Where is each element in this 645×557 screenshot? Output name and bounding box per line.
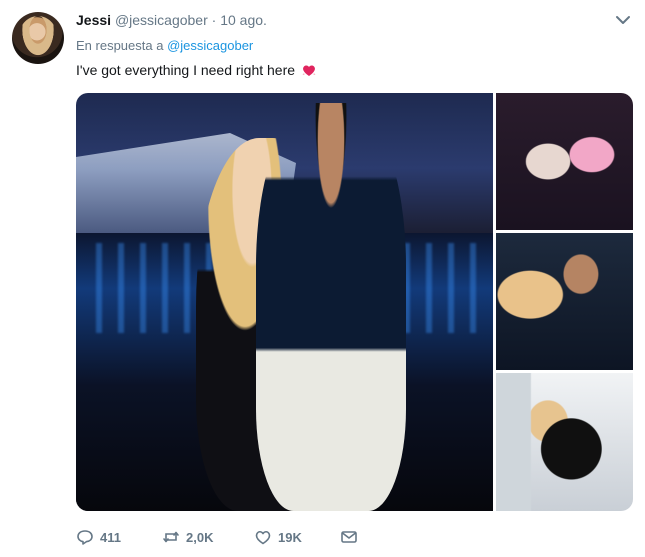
author-handle[interactable]: @jessicagober bbox=[115, 12, 208, 28]
reply-mention-link[interactable]: @jessicagober bbox=[167, 38, 253, 53]
reply-prefix: En respuesta a bbox=[76, 38, 164, 53]
retweet-count: 2,0K bbox=[186, 529, 214, 545]
photo-2[interactable] bbox=[496, 93, 633, 230]
reply-icon bbox=[77, 530, 93, 545]
header-separator: · bbox=[211, 12, 217, 28]
photo-1-person-right bbox=[256, 103, 406, 511]
tweet-header: Jessi @jessicagober · 10 ago. bbox=[76, 12, 629, 32]
heart-with-ribbon-icon bbox=[302, 65, 316, 76]
envelope-icon bbox=[341, 531, 357, 543]
tweet-text-content: I've got everything I need right here bbox=[76, 62, 296, 78]
retweet-icon bbox=[163, 531, 179, 543]
media-grid[interactable] bbox=[76, 93, 633, 511]
direct-message-button[interactable] bbox=[340, 528, 364, 546]
author-name[interactable]: Jessi bbox=[76, 12, 111, 28]
tweet-card[interactable]: Jessi @jessicagober · 10 ago. En respues… bbox=[0, 0, 645, 557]
heart-icon bbox=[255, 530, 271, 545]
avatar-image bbox=[18, 16, 58, 62]
avatar[interactable] bbox=[12, 12, 64, 64]
reply-button[interactable]: 411 bbox=[76, 528, 162, 546]
tweet-text: I've got everything I need right here bbox=[76, 62, 317, 78]
like-count: 19K bbox=[278, 529, 302, 545]
like-button[interactable]: 19K bbox=[254, 528, 340, 546]
retweet-button[interactable]: 2,0K bbox=[162, 528, 254, 546]
chevron-down-icon[interactable] bbox=[615, 12, 631, 28]
photo-3[interactable] bbox=[496, 233, 633, 370]
photo-1[interactable] bbox=[76, 93, 493, 511]
reply-count: 411 bbox=[100, 529, 121, 545]
reply-context: En respuesta a @jessicagober bbox=[76, 38, 253, 53]
tweet-timestamp[interactable]: 10 ago. bbox=[220, 12, 267, 28]
photo-4[interactable] bbox=[496, 373, 633, 511]
tweet-actions: 411 2,0K 19K bbox=[76, 526, 364, 548]
